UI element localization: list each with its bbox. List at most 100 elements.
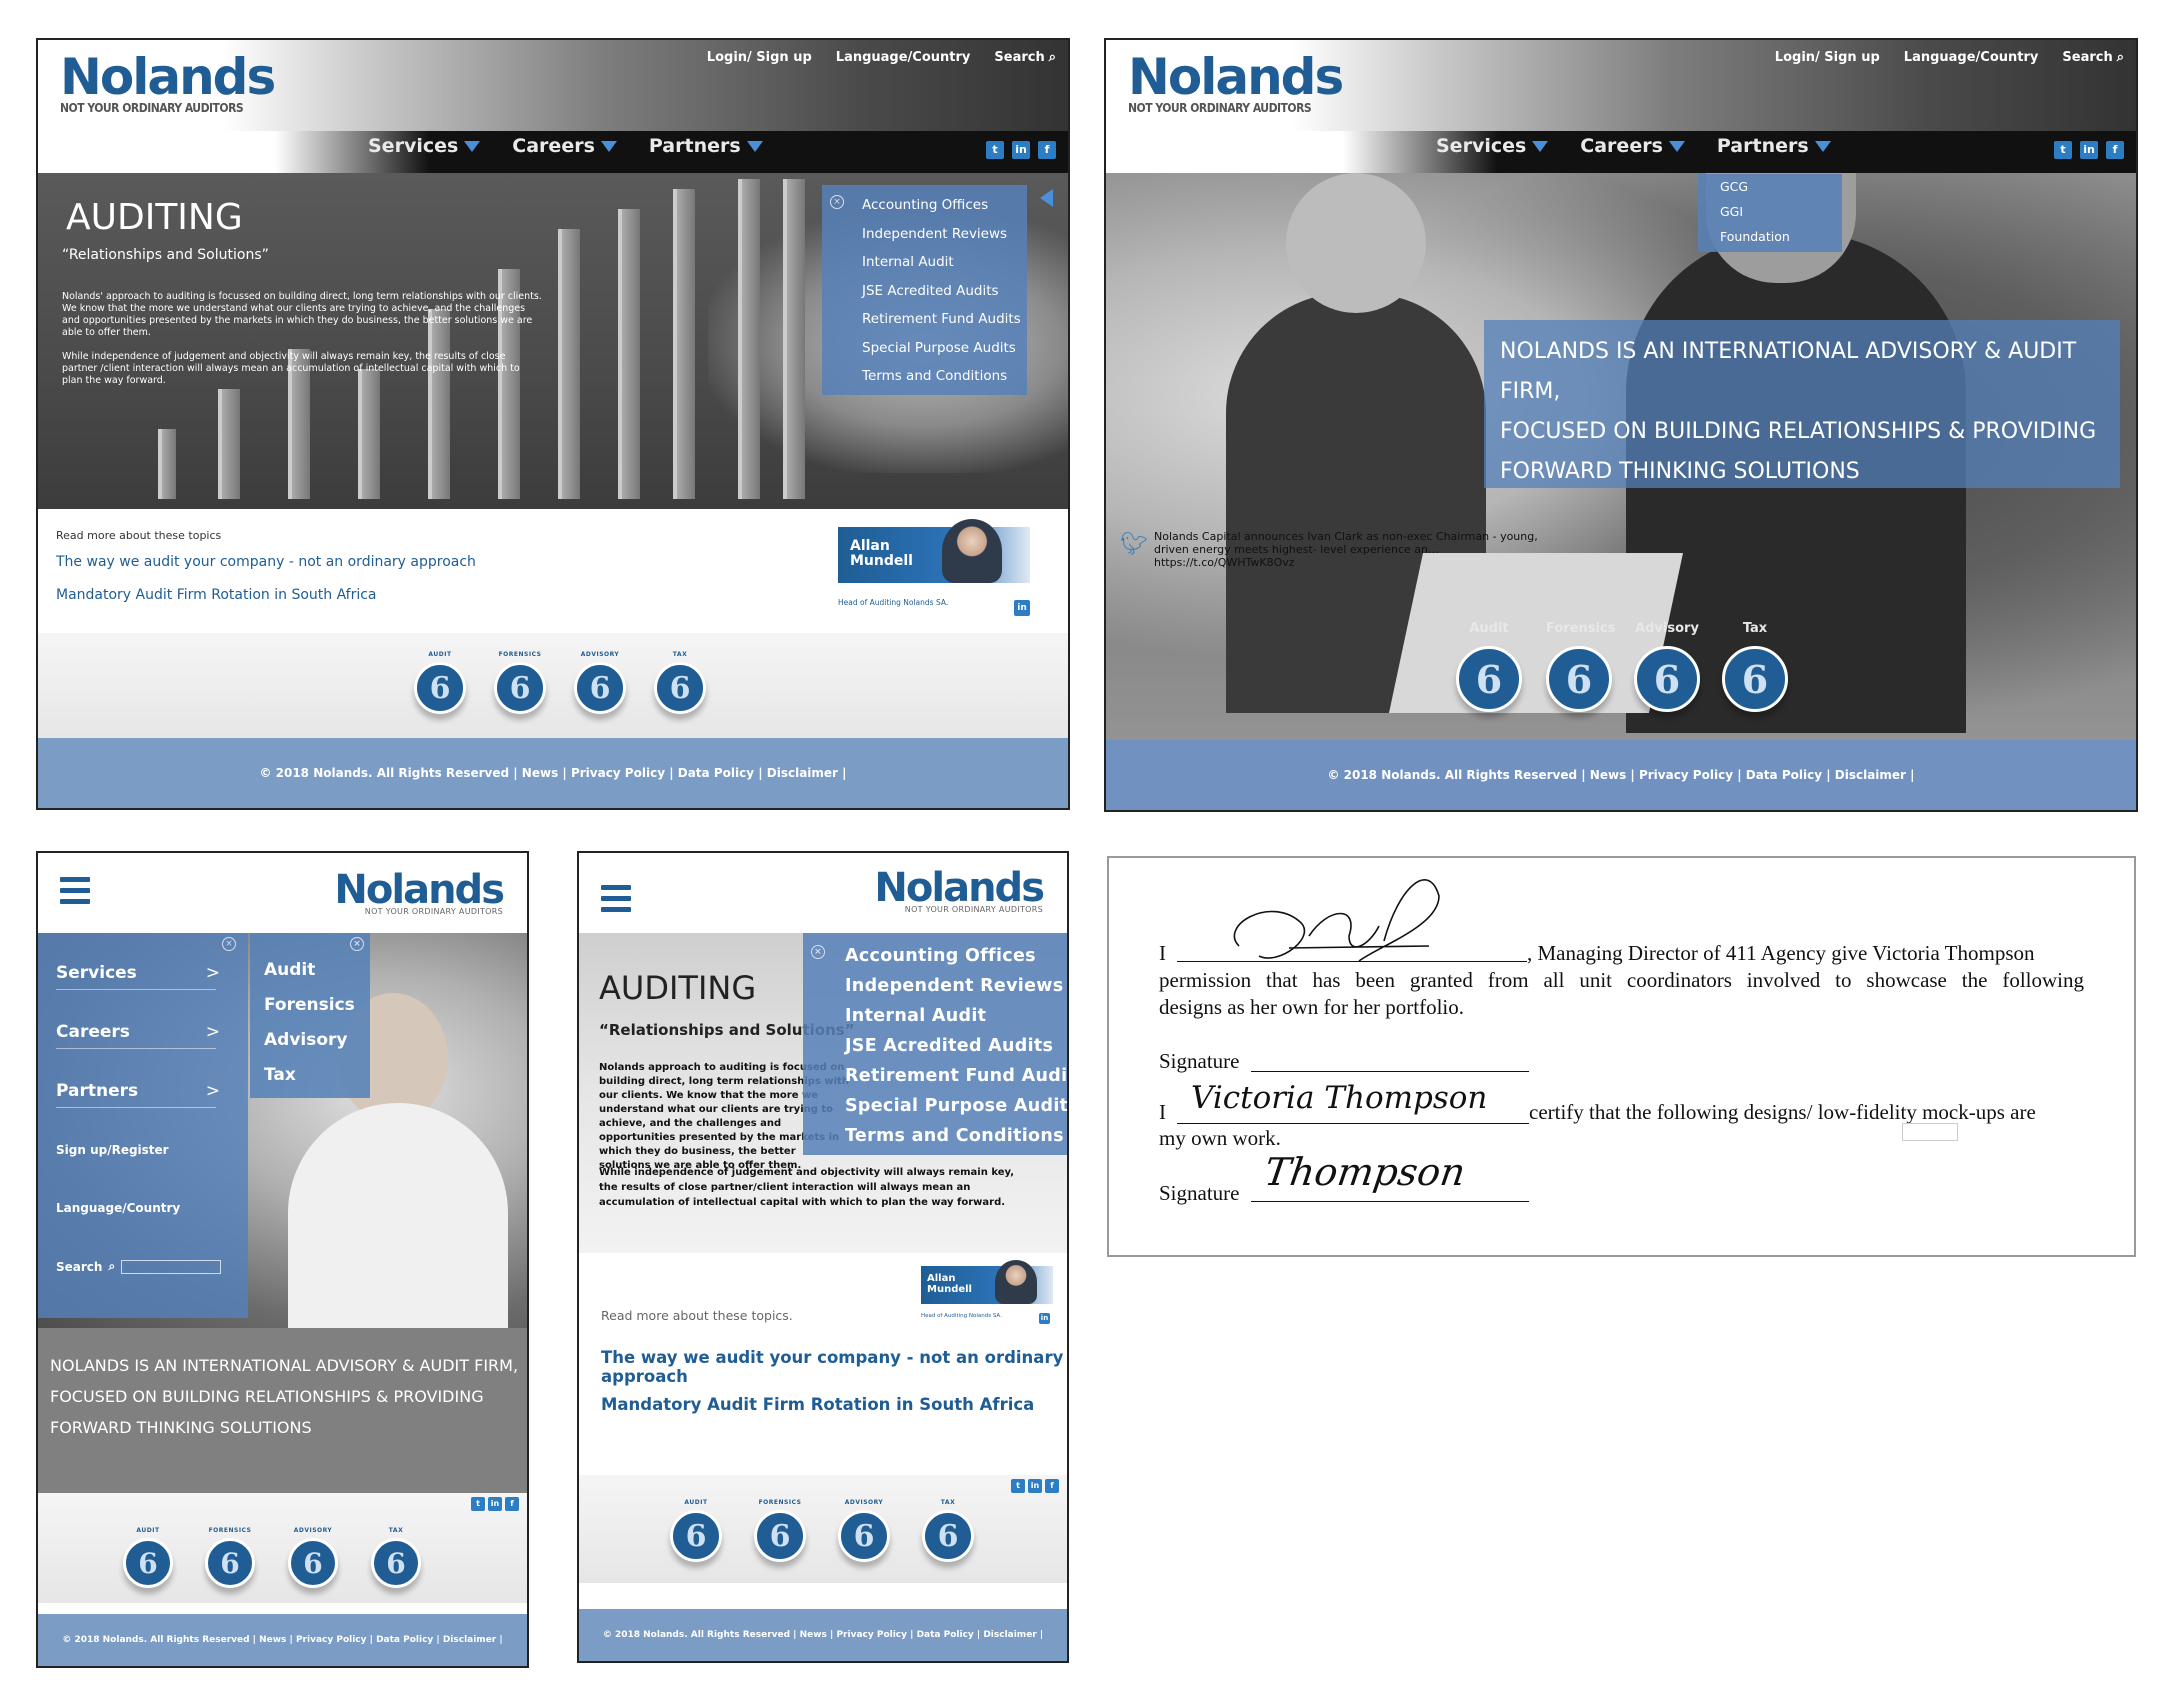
service-tax[interactable]: TAX 6 xyxy=(921,1499,975,1562)
service-tax[interactable]: TAX 6 xyxy=(370,1527,422,1588)
menu-item-internal-audit[interactable]: Internal Audit xyxy=(862,248,1027,277)
close-icon[interactable]: × xyxy=(222,937,236,951)
chevron-right-icon: > xyxy=(205,1022,220,1042)
menu-item-internal-audit[interactable]: Internal Audit xyxy=(845,1001,1067,1031)
menu-item-gcg[interactable]: GCG xyxy=(1720,174,1842,199)
submenu-audit[interactable]: Audit xyxy=(264,953,355,988)
twitter-icon[interactable]: t xyxy=(471,1497,485,1511)
menu-item-accounting-offices[interactable]: Accounting Offices xyxy=(862,191,1027,220)
nav-careers[interactable]: Careers xyxy=(1580,135,1685,157)
search-link[interactable]: Search ⌕ xyxy=(2062,50,2124,65)
menu-item-ggi[interactable]: GGI xyxy=(1720,199,1842,224)
footer[interactable]: © 2018 Nolands. All Rights Reserved | Ne… xyxy=(38,738,1068,808)
language-link[interactable]: Language/Country xyxy=(1904,50,2039,65)
logo[interactable]: Nolands xyxy=(1128,48,1344,106)
facebook-icon[interactable]: f xyxy=(1038,141,1056,159)
footer[interactable]: © 2018 Nolands. All Rights Reserved | Ne… xyxy=(38,1614,527,1666)
menu-item-terms[interactable]: Terms and Conditions xyxy=(845,1121,1067,1151)
social-icons: t in f xyxy=(1011,1479,1059,1493)
service-audit[interactable]: Audit 6 xyxy=(1456,621,1522,712)
search-icon: ⌕ xyxy=(108,1259,116,1273)
service-forensics[interactable]: FORENSICS 6 xyxy=(204,1527,256,1588)
language-link[interactable]: Language/Country xyxy=(56,1201,180,1215)
article-link-1[interactable]: The way we audit your company - not an o… xyxy=(601,1348,1067,1386)
menu-item-foundation[interactable]: Foundation xyxy=(1720,224,1842,249)
doc-certify-2: my own work. xyxy=(1159,1126,1281,1150)
service-tax[interactable]: TAX 6 xyxy=(652,651,708,714)
close-icon[interactable]: × xyxy=(811,945,825,959)
linkedin-icon[interactable]: in xyxy=(1012,141,1030,159)
twitter-icon[interactable]: t xyxy=(986,141,1004,159)
article-link-1[interactable]: The way we audit your company - not an o… xyxy=(56,554,476,570)
menu-item-special-purpose-audits[interactable]: Special Purpose Audits xyxy=(862,334,1027,363)
service-forensics[interactable]: FORENSICS 6 xyxy=(753,1499,807,1562)
login-link[interactable]: Login/ Sign up xyxy=(707,50,812,65)
contact-card[interactable]: Allan Mundell xyxy=(921,1260,1053,1304)
hamburger-menu-icon[interactable] xyxy=(60,877,90,910)
search-link[interactable]: Search ⌕ xyxy=(994,50,1056,65)
service-audit[interactable]: AUDIT 6 xyxy=(412,651,468,714)
linkedin-icon[interactable]: in xyxy=(1028,1479,1042,1493)
menu-item-independent-reviews[interactable]: Independent Reviews xyxy=(862,220,1027,249)
article-link-2[interactable]: Mandatory Audit Firm Rotation in South A… xyxy=(601,1395,1034,1414)
linkedin-icon[interactable]: in xyxy=(1014,600,1030,616)
service-tax[interactable]: Tax 6 xyxy=(1722,621,1788,712)
twitter-icon[interactable]: t xyxy=(1011,1479,1025,1493)
header: Nolands NOT YOUR ORDINARY AUDITORS Login… xyxy=(1106,40,2136,131)
language-link[interactable]: Language/Country xyxy=(836,50,971,65)
service-advisory[interactable]: ADVISORY 6 xyxy=(287,1527,339,1588)
close-icon[interactable]: × xyxy=(830,195,844,209)
logo[interactable]: Nolands xyxy=(60,48,276,106)
contact-card[interactable]: Allan Mundell xyxy=(838,519,1030,583)
service-forensics[interactable]: Forensics 6 xyxy=(1546,621,1615,712)
nav-services[interactable]: Services xyxy=(368,135,480,157)
service-audit[interactable]: AUDIT 6 xyxy=(669,1499,723,1562)
signup-link[interactable]: Sign up/Register xyxy=(56,1143,169,1157)
linkedin-icon[interactable]: in xyxy=(488,1497,502,1511)
nav-services[interactable]: Services xyxy=(1436,135,1548,157)
facebook-icon[interactable]: f xyxy=(2106,141,2124,159)
service-advisory[interactable]: ADVISORY 6 xyxy=(837,1499,891,1562)
nav-careers[interactable]: Careers xyxy=(512,135,617,157)
menu-item-terms[interactable]: Terms and Conditions xyxy=(862,362,1027,391)
menu-item-accounting-offices[interactable]: Accounting Offices xyxy=(845,941,1067,971)
linkedin-icon[interactable]: in xyxy=(2080,141,2098,159)
desktop-auditing-mockup: Nolands NOT YOUR ORDINARY AUDITORS Login… xyxy=(36,38,1070,810)
mobile-nav-services[interactable]: Services > xyxy=(56,963,220,990)
field-box[interactable] xyxy=(1902,1123,1958,1141)
submenu-advisory[interactable]: Advisory xyxy=(264,1023,355,1058)
service-advisory[interactable]: Advisory 6 xyxy=(1634,621,1700,712)
menu-item-jse-audits[interactable]: JSE Acredited Audits xyxy=(862,277,1027,306)
service-audit[interactable]: AUDIT 6 xyxy=(122,1527,174,1588)
facebook-icon[interactable]: f xyxy=(1045,1479,1059,1493)
menu-item-retirement-fund-audits[interactable]: Retirement Fund Audits xyxy=(845,1061,1067,1091)
mobile-nav-careers[interactable]: Careers > xyxy=(56,1022,220,1049)
mobile-nav-drawer: Services > Careers > Partners > Sign up/Reg… xyxy=(38,933,248,1318)
nav-partners[interactable]: Partners xyxy=(1717,135,1831,157)
hamburger-menu-icon[interactable] xyxy=(601,885,631,918)
social-icons: t in f xyxy=(471,1497,519,1511)
mobile-nav-partners[interactable]: Partners > xyxy=(56,1081,220,1108)
menu-item-independent-reviews[interactable]: Independent Reviews xyxy=(845,971,1067,1001)
close-icon[interactable]: × xyxy=(350,937,364,951)
linkedin-icon[interactable]: in xyxy=(1039,1313,1050,1324)
menu-item-special-purpose-audits[interactable]: Special Purpose Audits xyxy=(845,1091,1067,1121)
submenu-tax[interactable]: Tax xyxy=(264,1058,355,1093)
search-input[interactable] xyxy=(121,1259,222,1274)
contact-name: Allan Mundell xyxy=(927,1273,972,1295)
footer[interactable]: © 2018 Nolands. All Rights Reserved | Ne… xyxy=(579,1609,1067,1661)
nav-partners[interactable]: Partners xyxy=(649,135,763,157)
service-audit-icon: 6 xyxy=(414,662,466,714)
service-advisory[interactable]: ADVISORY 6 xyxy=(572,651,628,714)
service-forensics[interactable]: FORENSICS 6 xyxy=(492,651,548,714)
collapse-arrow-icon[interactable] xyxy=(1040,189,1053,207)
twitter-icon[interactable]: t xyxy=(2054,141,2072,159)
tweet-text[interactable]: Nolands Capital announces Ivan Clark as … xyxy=(1154,530,1574,569)
menu-item-retirement-fund-audits[interactable]: Retirement Fund Audits xyxy=(862,305,1027,334)
facebook-icon[interactable]: f xyxy=(505,1497,519,1511)
menu-item-jse-audits[interactable]: JSE Acredited Audits xyxy=(845,1031,1067,1061)
submenu-forensics[interactable]: Forensics xyxy=(264,988,355,1023)
login-link[interactable]: Login/ Sign up xyxy=(1775,50,1880,65)
article-link-2[interactable]: Mandatory Audit Firm Rotation in South A… xyxy=(56,587,377,603)
footer[interactable]: © 2018 Nolands. All Rights Reserved | Ne… xyxy=(1106,740,2136,810)
